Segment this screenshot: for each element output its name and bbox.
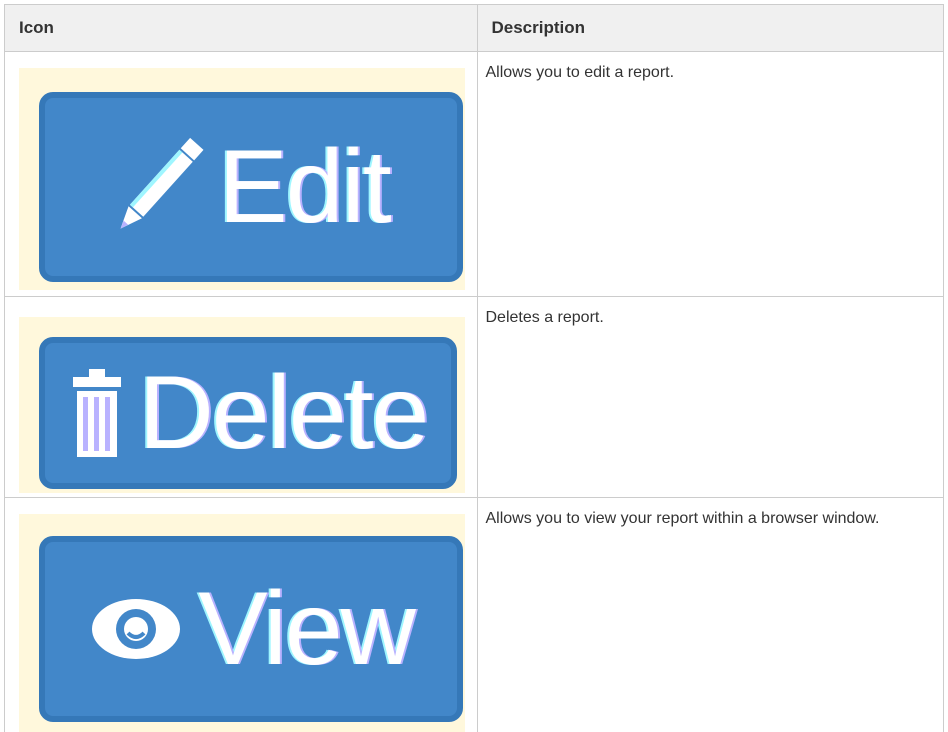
- trash-icon: [69, 365, 125, 461]
- header-description: Description: [476, 4, 944, 52]
- icon-cell: Edit: [4, 51, 478, 297]
- delete-description: Deletes a report.: [485, 309, 604, 326]
- edit-description: Allows you to edit a report.: [485, 64, 675, 81]
- icon-description-table: Icon Description Edit Allows you to edit…: [4, 4, 944, 732]
- table-header-row: Icon Description: [4, 4, 944, 52]
- description-cell: Allows you to edit a report.: [476, 51, 944, 297]
- view-button[interactable]: View: [39, 536, 463, 722]
- edit-button[interactable]: Edit: [39, 92, 463, 282]
- pencil-icon: [112, 127, 204, 247]
- icon-cell: Delete: [4, 296, 478, 498]
- delete-button[interactable]: Delete: [39, 337, 457, 489]
- description-cell: Deletes a report.: [476, 296, 944, 498]
- eye-icon: [88, 589, 184, 669]
- table-row: View Allows you to view your report with…: [4, 497, 944, 732]
- description-cell: Allows you to view your report within a …: [476, 497, 944, 732]
- view-description: Allows you to view your report within a …: [485, 510, 880, 527]
- delete-button-label: Delete: [138, 355, 430, 471]
- table-row: Delete Deletes a report.: [4, 296, 944, 498]
- icon-cell: View: [4, 497, 478, 732]
- header-icon: Icon: [4, 4, 478, 52]
- view-button-label: View: [198, 571, 416, 687]
- table-row: Edit Allows you to edit a report.: [4, 51, 944, 297]
- edit-button-label: Edit: [218, 129, 391, 245]
